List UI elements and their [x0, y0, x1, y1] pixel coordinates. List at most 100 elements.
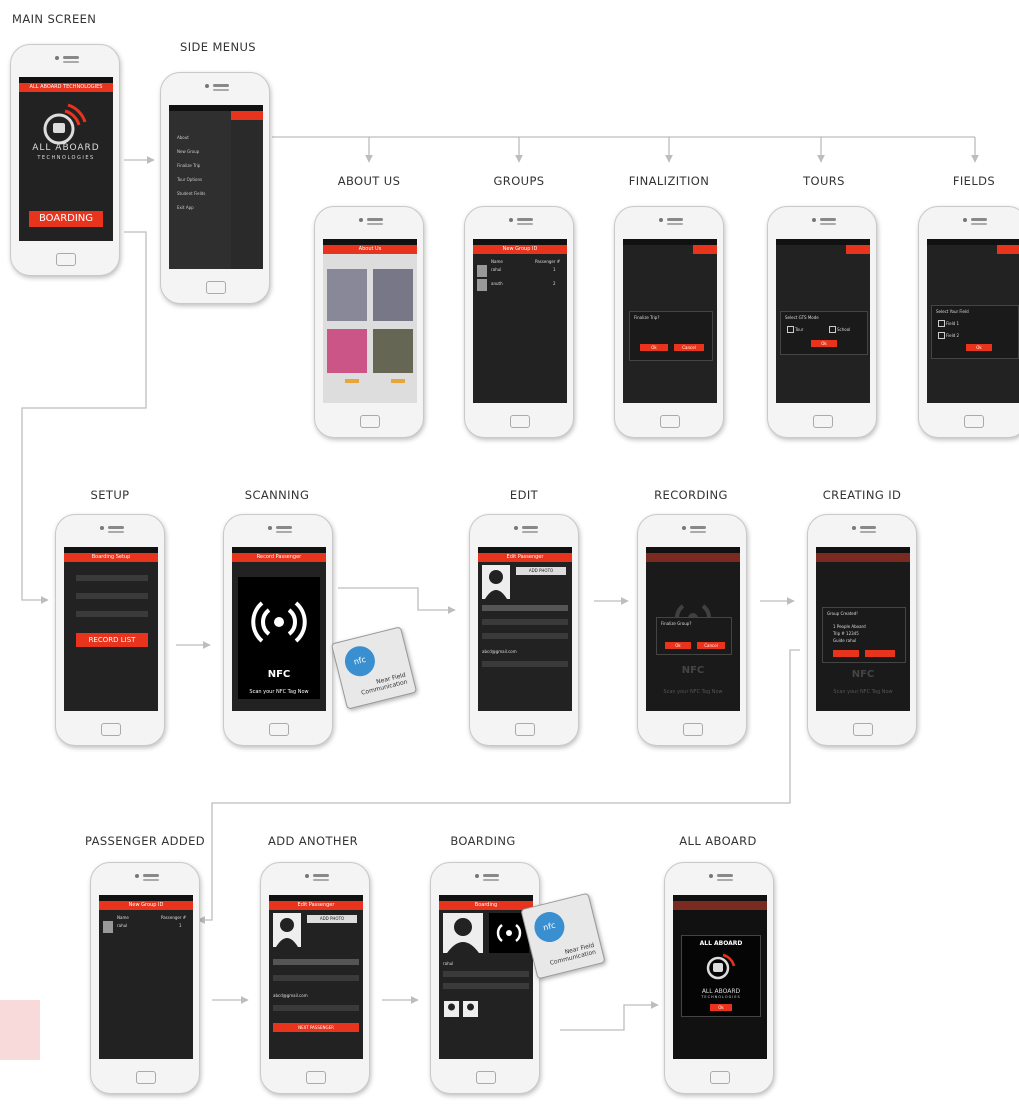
home-button — [813, 415, 833, 428]
setup-field-3[interactable] — [76, 611, 148, 617]
label-tours: TOURS — [803, 174, 845, 188]
recording-cancel-button[interactable]: Cancel — [697, 642, 725, 649]
add-another-field-1[interactable] — [273, 959, 359, 965]
passenger-row-num: 1 — [179, 923, 182, 928]
setup-field-1[interactable] — [76, 575, 148, 581]
groups-col-passenger: Passenger # — [535, 259, 561, 264]
screen-scanning: Record Passenger NFC Scan your NFC Tag N… — [232, 547, 326, 711]
screen-recording: Finalize Group? Ok Cancel NFC Scan your … — [646, 547, 740, 711]
phone-creating-id: Group Created! 1 People Aboard Trip # 12… — [807, 514, 917, 746]
phone-edit: Edit Passenger ADD PHOTO abcd@gmail.com — [469, 514, 579, 746]
all-aboard-logo-icon — [706, 953, 736, 980]
boarding-button[interactable]: BOARDING — [29, 211, 103, 227]
group-created-next-button[interactable] — [865, 650, 895, 657]
screen-main: ALL ABOARD TECHNOLOGIES ALL ABOARD TECHN… — [19, 77, 113, 241]
menu-item-new-group[interactable]: New Group — [177, 149, 199, 154]
tours-dialog: Select GTS Mode Tour School Ok — [780, 311, 868, 355]
boarding-name: rahul — [443, 961, 454, 966]
person-silhouette-icon — [276, 918, 298, 947]
creating-nfc-label: NFC — [851, 669, 875, 680]
label-setup: SETUP — [90, 488, 130, 502]
recording-nfc-label: NFC — [681, 665, 705, 676]
add-another-email: abcd@gmail.com — [273, 993, 308, 998]
group-created-dialog: Group Created! 1 People Aboard Trip # 12… — [822, 607, 906, 663]
screen-boarding: Boarding rahul — [439, 895, 533, 1059]
finalize-cancel-button[interactable]: Cancel — [674, 344, 704, 351]
groups-col-name: Name — [491, 259, 503, 264]
all-aboard-title: ALL ABOARD — [699, 940, 743, 947]
screen-all-aboard: ALL ABOARD ALL ABOARD TECHNOLOGIES Ok — [673, 895, 767, 1059]
edit-field-4[interactable] — [482, 661, 568, 667]
menu-item-tour-options[interactable]: Tour Options — [177, 177, 202, 182]
tours-title: Select GTS Mode — [785, 315, 819, 320]
phone-scanning: Record Passenger NFC Scan your NFC Tag N… — [223, 514, 333, 746]
next-passenger-button[interactable]: NEXT PASSENGER — [273, 1023, 359, 1032]
label-boarding: BOARDING — [450, 834, 516, 848]
label-main-screen: MAIN SCREEN — [12, 12, 97, 26]
phone-passenger-added: New Group ID Name Passenger # rahul 1 — [90, 862, 200, 1094]
record-list-button[interactable]: RECORD LIST — [76, 633, 148, 647]
home-button — [964, 415, 984, 428]
edit-email: abcd@gmail.com — [482, 649, 517, 654]
screen-passenger-added: New Group ID Name Passenger # rahul 1 — [99, 895, 193, 1059]
recording-ok-button[interactable]: Ok — [665, 642, 691, 649]
menu-item-student-fields[interactable]: Student Fields — [177, 191, 205, 196]
finalize-dialog: Finalize Trip? Ok Cancel — [629, 311, 713, 361]
tours-opt-school[interactable]: School — [837, 327, 850, 332]
connector-scanning-edit — [338, 587, 456, 614]
add-another-add-photo-button[interactable]: ADD PHOTO — [307, 915, 357, 923]
home-button — [56, 253, 76, 266]
screen-side-menu: About New Group Finalize Trip Tour Optio… — [169, 105, 263, 269]
person-silhouette-icon — [485, 570, 507, 599]
phone-fields: Select Your Field Field 1 Field 2 Ok — [918, 206, 1019, 438]
label-side-menus: SIDE MENUS — [180, 40, 256, 54]
home-button — [206, 281, 226, 294]
screen-setup: Boarding Setup RECORD LIST — [64, 547, 158, 711]
phone-recording: Finalize Group? Ok Cancel NFC Scan your … — [637, 514, 747, 746]
menu-item-about[interactable]: About — [177, 135, 189, 140]
add-another-field-2[interactable] — [273, 975, 359, 981]
tours-opt-tour[interactable]: Tour — [795, 327, 803, 332]
nfc-card-text: Near Field Communication — [360, 671, 409, 697]
label-fields: FIELDS — [952, 174, 996, 188]
fields-opt-1[interactable]: Field 1 — [946, 321, 959, 326]
home-button — [660, 415, 680, 428]
home-button — [853, 723, 873, 736]
menu-item-finalize-trip[interactable]: Finalize Trip — [177, 163, 200, 168]
edit-field-1[interactable] — [482, 605, 568, 611]
group-created-ok-button[interactable] — [833, 650, 859, 657]
edit-add-photo-button[interactable]: ADD PHOTO — [516, 567, 566, 575]
passenger-slots-icon — [444, 1001, 478, 1017]
label-about-us: ABOUT US — [337, 174, 401, 188]
passenger-col-name: Name — [117, 915, 129, 920]
add-another-field-3[interactable] — [273, 1005, 359, 1011]
edit-field-2[interactable] — [482, 619, 568, 625]
home-button — [101, 723, 121, 736]
edit-field-3[interactable] — [482, 633, 568, 639]
home-button — [510, 415, 530, 428]
menu-item-exit-app[interactable]: Exit App — [177, 205, 194, 210]
fields-ok-button[interactable]: Ok — [966, 344, 992, 351]
nfc-logo-icon: nfc — [341, 643, 379, 680]
groups-row1-num: 1 — [553, 267, 556, 272]
connector-boarding-allaboard — [560, 1001, 659, 1031]
group-created-title: Group Created! — [827, 611, 858, 616]
all-aboard-logo-line1: ALL ABOARD — [701, 988, 741, 995]
fields-opt-2[interactable]: Field 2 — [946, 333, 959, 338]
boarding-field-1 — [443, 971, 529, 977]
phone-groups: New Group ID Name Passenger # rahul 1 an… — [464, 206, 574, 438]
passenger-row-name: rahul — [117, 923, 128, 928]
phone-setup: Boarding Setup RECORD LIST — [55, 514, 165, 746]
groups-row2-num: 2 — [553, 281, 556, 286]
scanning-header: Record Passenger — [232, 553, 326, 562]
phone-all-aboard: ALL ABOARD ALL ABOARD TECHNOLOGIES Ok — [664, 862, 774, 1094]
label-groups: GROUPS — [493, 174, 545, 188]
home-button — [710, 1071, 730, 1084]
all-aboard-ok-button[interactable]: Ok — [710, 1004, 732, 1011]
label-all-aboard: ALL ABOARD — [679, 834, 757, 848]
finalize-ok-button[interactable]: Ok — [640, 344, 668, 351]
screen-about: About Us — [323, 239, 417, 403]
tours-ok-button[interactable]: Ok — [811, 340, 837, 347]
home-button — [136, 1071, 156, 1084]
setup-field-2[interactable] — [76, 593, 148, 599]
